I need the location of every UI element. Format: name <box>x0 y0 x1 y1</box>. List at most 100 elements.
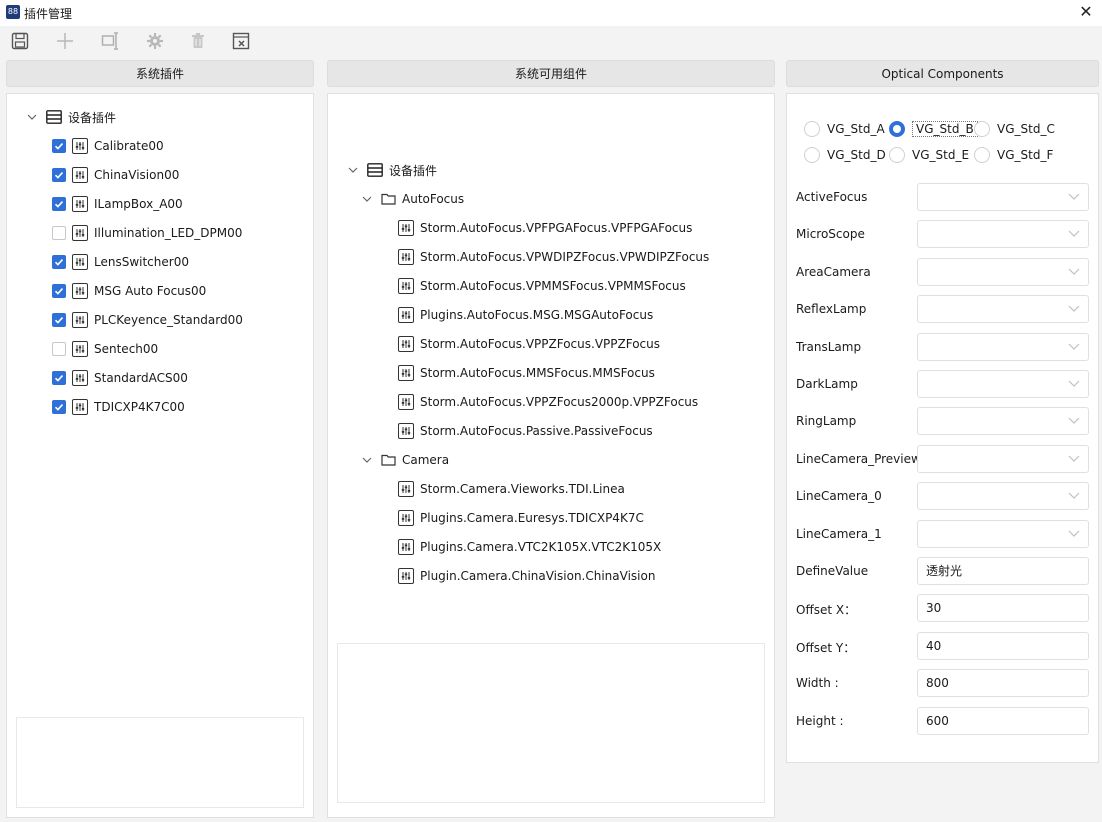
radio-vg-std-f[interactable]: VG_Std_F <box>974 145 1053 165</box>
radio-label: VG_Std_F <box>997 148 1054 162</box>
plugin-row[interactable]: MSG Auto Focus00 <box>52 280 206 302</box>
plugin-checkbox[interactable] <box>52 197 66 211</box>
plugin-row[interactable]: PLCKeyence_Standard00 <box>52 309 243 331</box>
component-label: Storm.AutoFocus.VPMMSFocus.VPMMSFocus <box>420 279 686 293</box>
plugin-icon <box>72 225 88 241</box>
add-button[interactable] <box>53 30 77 52</box>
plugin-row[interactable]: LensSwitcher00 <box>52 251 189 273</box>
radio-vg-std-c[interactable]: VG_Std_C <box>974 119 1055 139</box>
optical-components-header[interactable]: Optical Components <box>786 60 1099 87</box>
radio-vg-std-a[interactable]: VG_Std_A <box>804 119 885 139</box>
component-label: Plugins.Camera.VTC2K105X.VTC2K105X <box>420 540 662 554</box>
chevron-down-icon <box>361 193 373 205</box>
plugin-icon <box>72 283 88 299</box>
clear-button[interactable] <box>229 30 253 52</box>
select-translamp[interactable] <box>917 332 1089 361</box>
edit-icon <box>101 32 118 50</box>
radio-dot <box>889 147 905 163</box>
middle-detail-box <box>337 643 765 803</box>
plugin-checkbox[interactable] <box>52 313 66 327</box>
component-label: Plugins.Camera.Euresys.TDICXP4K7C <box>420 511 644 525</box>
component-row[interactable]: Plugins.Camera.Euresys.TDICXP4K7C <box>398 507 644 529</box>
chevron-down-icon <box>1068 455 1080 462</box>
component-row[interactable]: Storm.AutoFocus.VPPZFocus.VPPZFocus <box>398 333 660 355</box>
select-activefocus[interactable] <box>917 183 1089 211</box>
middle-tree-root[interactable]: 设备插件 <box>347 159 437 181</box>
chevron-down-icon <box>361 454 373 466</box>
component-row[interactable]: Plugin.Camera.ChinaVision.ChinaVision <box>398 565 655 587</box>
field-label-linecamera-preview: LineCamera_Preview <box>796 451 921 466</box>
component-label: Plugins.AutoFocus.MSG.MSGAutoFocus <box>420 308 654 322</box>
chevron-down-icon <box>1068 492 1080 500</box>
field-label-areacamera: AreaCamera <box>796 264 871 279</box>
plugin-label: MSG Auto Focus00 <box>94 284 207 298</box>
system-plugins-header[interactable]: 系统插件 <box>6 60 314 87</box>
plugin-checkbox[interactable] <box>52 284 66 298</box>
radio-label: VG_Std_B <box>912 121 978 137</box>
left-tree-root[interactable]: 设备插件 <box>26 106 116 128</box>
component-row[interactable]: Storm.AutoFocus.VPFPGAFocus.VPFPGAFocus <box>398 217 692 239</box>
component-row[interactable]: Storm.AutoFocus.Passive.PassiveFocus <box>398 420 653 442</box>
plugin-checkbox[interactable] <box>52 139 66 153</box>
plugin-row[interactable]: ILampBox_A00 <box>52 193 183 215</box>
select-linecamera-preview[interactable] <box>917 444 1089 473</box>
available-components-header[interactable]: 系统可用组件 <box>327 60 775 87</box>
plugin-icon <box>398 481 414 497</box>
plugin-row[interactable]: Sentech00 <box>52 338 158 360</box>
plugin-row[interactable]: Illumination_LED_DPM00 <box>52 222 242 244</box>
list-icon <box>367 163 383 177</box>
select-reflexlamp[interactable] <box>917 295 1089 324</box>
radio-vg-std-b[interactable]: VG_Std_B <box>889 119 978 139</box>
group-row-camera[interactable]: Camera <box>361 449 449 471</box>
input-definevalue[interactable]: 透射光 <box>917 557 1089 585</box>
component-row[interactable]: Storm.AutoFocus.VPWDIPZFocus.VPWDIPZFocu… <box>398 246 709 268</box>
component-row[interactable]: Plugins.Camera.VTC2K105X.VTC2K105X <box>398 536 661 558</box>
plugin-row[interactable]: StandardACS00 <box>52 367 188 389</box>
select-linecamera-1[interactable] <box>917 519 1089 548</box>
component-row[interactable]: Storm.Camera.Vieworks.TDI.Linea <box>398 478 625 500</box>
plugin-icon <box>398 307 414 323</box>
radio-vg-std-d[interactable]: VG_Std_D <box>804 145 886 165</box>
plugin-checkbox[interactable] <box>52 400 66 414</box>
plugin-icon <box>398 510 414 526</box>
select-linecamera-0[interactable] <box>917 482 1089 511</box>
radio-vg-std-e[interactable]: VG_Std_E <box>889 145 969 165</box>
save-button[interactable] <box>8 30 32 52</box>
plugin-icon <box>398 365 414 381</box>
plugin-row[interactable]: TDICXP4K7C00 <box>52 396 185 418</box>
plugin-row[interactable]: Calibrate00 <box>52 135 164 157</box>
select-areacamera[interactable] <box>917 257 1089 286</box>
title-bar: 88 插件管理 ✕ <box>0 0 1102 26</box>
input-offset-x[interactable]: 30 <box>917 594 1089 623</box>
field-label-microscope: MicroScope <box>796 227 865 242</box>
component-row[interactable]: Storm.AutoFocus.VPMMSFocus.VPMMSFocus <box>398 275 686 297</box>
radio-dot <box>804 121 820 137</box>
plugin-checkbox[interactable] <box>52 226 66 240</box>
delete-button[interactable] <box>186 30 210 52</box>
group-row-autofocus[interactable]: AutoFocus <box>361 188 464 210</box>
field-value: 40 <box>926 638 942 653</box>
input-width[interactable]: 800 <box>917 669 1089 698</box>
plugin-checkbox[interactable] <box>52 371 66 385</box>
select-microscope[interactable] <box>917 220 1089 249</box>
plugin-checkbox[interactable] <box>52 255 66 269</box>
plugin-row[interactable]: ChinaVision00 <box>52 164 179 186</box>
chevron-down-icon <box>348 167 358 173</box>
save-icon <box>11 32 29 50</box>
close-window-button[interactable]: ✕ <box>1076 2 1096 21</box>
select-ringlamp[interactable] <box>917 407 1089 436</box>
component-row[interactable]: Storm.AutoFocus.MMSFocus.MMSFocus <box>398 362 655 384</box>
plugin-icon <box>72 312 88 328</box>
input-height[interactable]: 600 <box>917 706 1089 735</box>
component-label: Plugin.Camera.ChinaVision.ChinaVision <box>420 569 656 583</box>
input-offset-y[interactable]: 40 <box>917 631 1089 660</box>
plugin-checkbox[interactable] <box>52 168 66 182</box>
field-label-activefocus: ActiveFocus <box>796 190 868 204</box>
settings-button[interactable] <box>143 30 167 52</box>
edit-button[interactable] <box>98 30 122 52</box>
component-row[interactable]: Storm.AutoFocus.VPPZFocus2000p.VPPZFocus <box>398 391 698 413</box>
component-row[interactable]: Plugins.AutoFocus.MSG.MSGAutoFocus <box>398 304 653 326</box>
plugin-checkbox[interactable] <box>52 342 66 356</box>
component-label: Storm.AutoFocus.VPPZFocus.VPPZFocus <box>420 337 660 351</box>
select-darklamp[interactable] <box>917 370 1089 398</box>
